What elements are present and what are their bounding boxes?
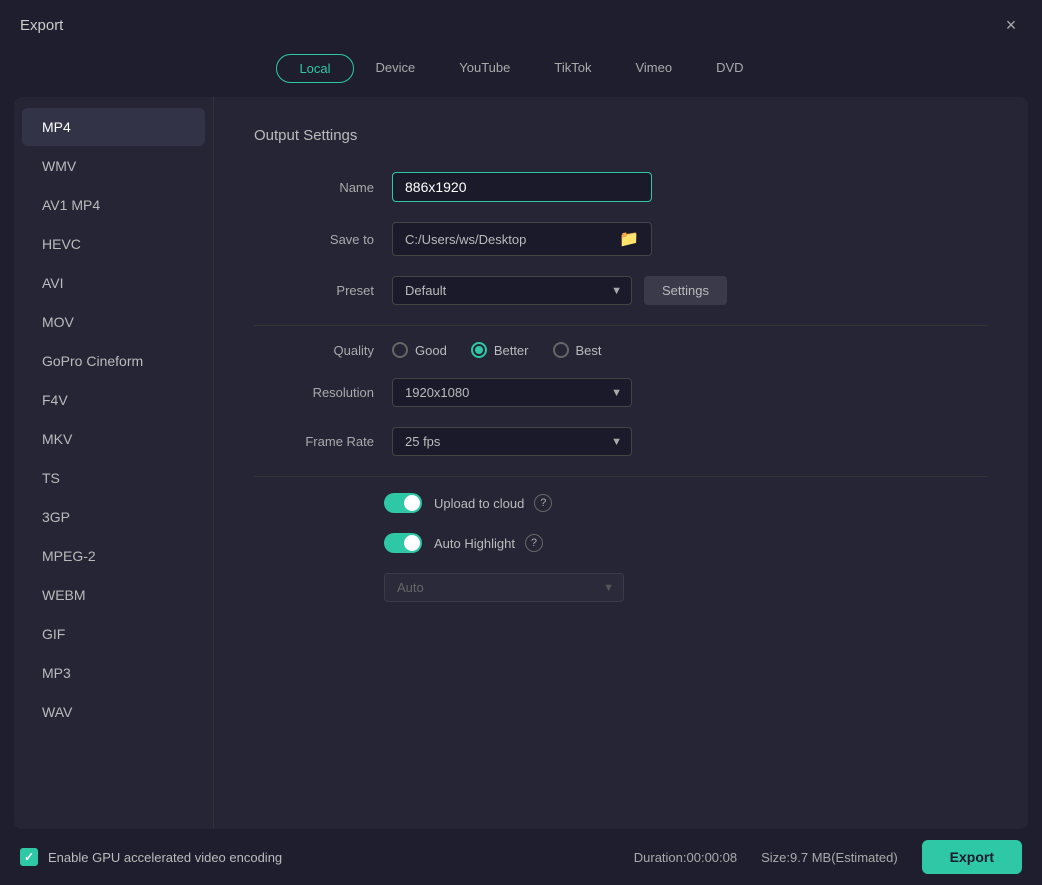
- auto-select-wrap: Auto ▼: [384, 573, 624, 602]
- radio-good-circle: [392, 342, 408, 358]
- close-button[interactable]: ×: [1000, 14, 1022, 36]
- resolution-label: Resolution: [254, 385, 374, 400]
- framerate-select-wrap: 25 fps 30 fps 60 fps ▼: [392, 427, 632, 456]
- format-mp3[interactable]: MP3: [22, 654, 205, 692]
- preset-label: Preset: [254, 283, 374, 298]
- tab-youtube[interactable]: YouTube: [437, 54, 532, 83]
- autohighlight-row: Auto Highlight ?: [254, 533, 988, 553]
- radio-best-circle: [553, 342, 569, 358]
- radio-best-label: Best: [576, 343, 602, 358]
- framerate-label: Frame Rate: [254, 434, 374, 449]
- upload-cloud-help-icon[interactable]: ?: [534, 494, 552, 512]
- autohighlight-toggle[interactable]: [384, 533, 422, 553]
- preset-select-wrap: Default Custom ▼: [392, 276, 632, 305]
- framerate-row: Frame Rate 25 fps 30 fps 60 fps ▼: [254, 427, 988, 456]
- export-button[interactable]: Export: [922, 840, 1022, 874]
- resolution-select-wrap: 1920x1080 1280x720 3840x2160 ▼: [392, 378, 632, 407]
- name-row: Name: [254, 172, 988, 202]
- gpu-area: ✓ Enable GPU accelerated video encoding: [20, 848, 282, 866]
- settings-button[interactable]: Settings: [644, 276, 727, 305]
- resolution-select[interactable]: 1920x1080 1280x720 3840x2160: [392, 378, 632, 407]
- format-3gp[interactable]: 3GP: [22, 498, 205, 536]
- framerate-select[interactable]: 25 fps 30 fps 60 fps: [392, 427, 632, 456]
- saveto-label: Save to: [254, 232, 374, 247]
- tab-tiktok[interactable]: TikTok: [532, 54, 613, 83]
- divider-2: [254, 476, 988, 477]
- upload-cloud-label: Upload to cloud: [434, 496, 524, 511]
- size-stat: Size:9.7 MB(Estimated): [761, 850, 898, 865]
- name-input[interactable]: [392, 172, 652, 202]
- quality-better[interactable]: Better: [471, 342, 529, 358]
- format-ts[interactable]: TS: [22, 459, 205, 497]
- titlebar: Export ×: [0, 0, 1042, 46]
- saveto-field[interactable]: C:/Users/ws/Desktop 📁: [392, 222, 652, 256]
- upload-cloud-toggle[interactable]: [384, 493, 422, 513]
- settings-panel: Output Settings Name Save to C:/Users/ws…: [214, 97, 1028, 829]
- tab-vimeo[interactable]: Vimeo: [613, 54, 694, 83]
- format-mov[interactable]: MOV: [22, 303, 205, 341]
- format-gif[interactable]: GIF: [22, 615, 205, 653]
- export-window: Export × Local Device YouTube TikTok Vim…: [0, 0, 1042, 885]
- gpu-label: Enable GPU accelerated video encoding: [48, 850, 282, 865]
- tab-local[interactable]: Local: [276, 54, 353, 83]
- saveto-row: Save to C:/Users/ws/Desktop 📁: [254, 222, 988, 256]
- upload-cloud-row: Upload to cloud ?: [254, 493, 988, 513]
- format-wav[interactable]: WAV: [22, 693, 205, 731]
- auto-select-row: Auto ▼: [254, 573, 988, 602]
- tabs-bar: Local Device YouTube TikTok Vimeo DVD: [0, 46, 1042, 97]
- tab-device[interactable]: Device: [354, 54, 438, 83]
- saveto-path: C:/Users/ws/Desktop: [405, 232, 611, 247]
- window-title: Export: [20, 17, 63, 34]
- gpu-checkbox[interactable]: ✓: [20, 848, 38, 866]
- preset-select[interactable]: Default Custom: [392, 276, 632, 305]
- footer-info: Duration:00:00:08 Size:9.7 MB(Estimated)…: [634, 840, 1022, 874]
- format-f4v[interactable]: F4V: [22, 381, 205, 419]
- folder-icon[interactable]: 📁: [619, 229, 639, 249]
- name-label: Name: [254, 180, 374, 195]
- footer: ✓ Enable GPU accelerated video encoding …: [0, 829, 1042, 885]
- main-content: MP4 WMV AV1 MP4 HEVC AVI MOV GoPro Cinef…: [14, 97, 1028, 829]
- quality-row: Quality Good Better Best: [254, 342, 988, 358]
- format-hevc[interactable]: HEVC: [22, 225, 205, 263]
- format-av1mp4[interactable]: AV1 MP4: [22, 186, 205, 224]
- auto-select[interactable]: Auto: [384, 573, 624, 602]
- tab-dvd[interactable]: DVD: [694, 54, 765, 83]
- autohighlight-help-icon[interactable]: ?: [525, 534, 543, 552]
- format-webm[interactable]: WEBM: [22, 576, 205, 614]
- preset-row: Preset Default Custom ▼ Settings: [254, 276, 988, 305]
- format-avi[interactable]: AVI: [22, 264, 205, 302]
- quality-label: Quality: [254, 343, 374, 358]
- format-mp4[interactable]: MP4: [22, 108, 205, 146]
- quality-good[interactable]: Good: [392, 342, 447, 358]
- duration-stat: Duration:00:00:08: [634, 850, 737, 865]
- checkbox-check-icon: ✓: [24, 850, 34, 864]
- quality-options: Good Better Best: [392, 342, 626, 358]
- format-mkv[interactable]: MKV: [22, 420, 205, 458]
- section-title: Output Settings: [254, 127, 988, 144]
- format-wmv[interactable]: WMV: [22, 147, 205, 185]
- divider-1: [254, 325, 988, 326]
- radio-better-label: Better: [494, 343, 529, 358]
- format-list: MP4 WMV AV1 MP4 HEVC AVI MOV GoPro Cinef…: [14, 97, 214, 829]
- radio-better-circle: [471, 342, 487, 358]
- radio-good-label: Good: [415, 343, 447, 358]
- format-mpeg2[interactable]: MPEG-2: [22, 537, 205, 575]
- quality-best[interactable]: Best: [553, 342, 602, 358]
- resolution-row: Resolution 1920x1080 1280x720 3840x2160 …: [254, 378, 988, 407]
- format-gopro[interactable]: GoPro Cineform: [22, 342, 205, 380]
- autohighlight-label: Auto Highlight: [434, 536, 515, 551]
